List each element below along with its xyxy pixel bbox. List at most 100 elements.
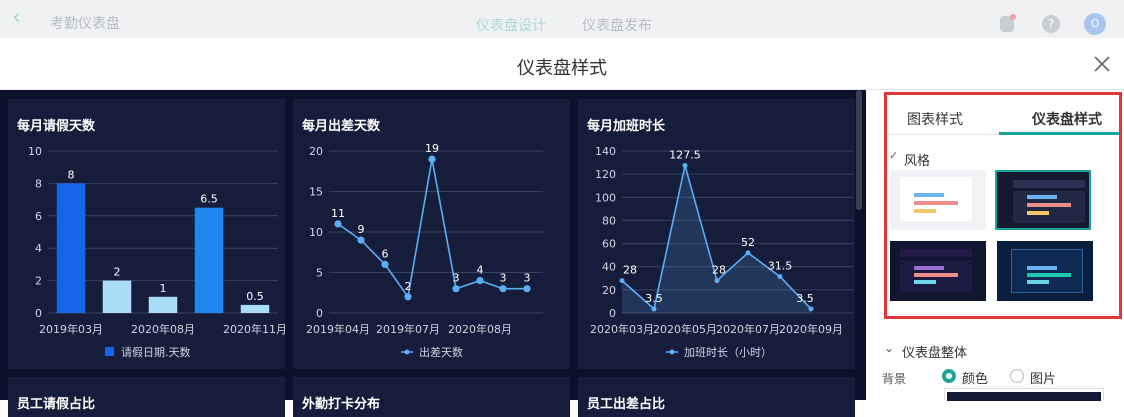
data-label: 11 xyxy=(331,207,345,220)
x-tick-label: 2020年08月 xyxy=(448,322,512,336)
data-label: 3 xyxy=(500,272,507,285)
data-label: 9 xyxy=(358,223,365,236)
x-tick-label: 2020年11月 xyxy=(223,322,285,336)
highlight-box: 图表样式 仪表盘样式 ✓ 风格 xyxy=(884,92,1122,319)
chevron-down-icon[interactable]: ⌄ xyxy=(884,341,894,355)
bar xyxy=(102,280,132,313)
y-tick-label: 60 xyxy=(602,238,616,251)
radio-image[interactable] xyxy=(1010,369,1024,383)
legend-label: 请假日期.天数 xyxy=(121,345,191,359)
tab-dashboard-publish[interactable]: 仪表盘发布 xyxy=(582,15,652,35)
card-title: 员工请假占比 xyxy=(17,397,96,412)
section-whole-label: 仪表盘整体 xyxy=(902,346,968,361)
bar xyxy=(194,207,224,313)
chart-card-outdoor-checkin: 外勤打卡分布 xyxy=(293,377,570,417)
style-panel: 图表样式 仪表盘样式 ✓ 风格 ⌄ 仪表盘整体 背景 颜色 图片 xyxy=(866,90,1124,401)
y-tick-label: 0 xyxy=(316,307,323,320)
data-point xyxy=(523,285,531,293)
chart-card-leave-ratio: 员工请假占比 xyxy=(8,377,285,417)
modal-title: 仪表盘样式 xyxy=(517,58,607,79)
legend-marker xyxy=(404,349,410,355)
data-point xyxy=(428,155,436,163)
bar xyxy=(240,304,270,313)
legend-label: 出差天数 xyxy=(419,345,463,359)
y-tick-label: 4 xyxy=(35,242,42,255)
active-tab-underline xyxy=(999,132,1119,135)
data-label: 0.5 xyxy=(246,290,264,303)
app-title: 考勤仪表盘 xyxy=(50,16,120,32)
radio-image-label[interactable]: 图片 xyxy=(1030,368,1056,387)
help-icon[interactable]: ? xyxy=(1042,15,1060,33)
card-title: 员工出差占比 xyxy=(587,397,666,412)
y-tick-label: 40 xyxy=(602,261,616,274)
chevron-down-icon[interactable]: ✓ xyxy=(889,149,898,162)
tab-chart-style[interactable]: 图表样式 xyxy=(907,109,963,129)
x-tick-label: 2020年09月 xyxy=(779,322,843,336)
theme-dark-selected[interactable] xyxy=(995,170,1091,230)
theme-blue[interactable] xyxy=(997,241,1093,301)
background-label: 背景 xyxy=(882,372,907,386)
legend-swatch xyxy=(105,347,114,356)
y-tick-label: 2 xyxy=(35,275,42,288)
data-point xyxy=(745,250,751,256)
tab-dashboard-style[interactable]: 仪表盘样式 xyxy=(1032,109,1102,129)
y-tick-label: 100 xyxy=(595,191,616,204)
theme-purple[interactable] xyxy=(890,241,986,301)
data-label: 52 xyxy=(741,236,755,249)
data-point xyxy=(619,278,625,284)
x-tick-label: 2020年07月 xyxy=(716,322,780,336)
y-tick-label: 6 xyxy=(35,210,42,223)
data-label: 4 xyxy=(477,264,484,277)
data-point xyxy=(808,306,814,312)
data-point xyxy=(381,260,389,268)
y-tick-label: 8 xyxy=(35,177,42,190)
back-chevron-left-icon[interactable]: ‹ xyxy=(12,7,34,30)
y-tick-label: 20 xyxy=(602,284,616,297)
radio-color[interactable] xyxy=(942,369,956,383)
y-tick-label: 5 xyxy=(316,267,323,280)
y-tick-label: 10 xyxy=(28,145,42,158)
data-label: 2 xyxy=(405,280,412,293)
dashboard-preview: 每月请假天数 0 2 4 6 8 10 8 2 1 6.5 0.5 2019年03月 2020年08月 2… xyxy=(0,90,866,417)
data-label: 6 xyxy=(382,247,389,260)
data-label: 3 xyxy=(453,272,460,285)
close-icon[interactable] xyxy=(1090,52,1114,76)
data-label: 3 xyxy=(524,272,531,285)
background-color-field[interactable] xyxy=(944,388,1104,401)
data-label: 31.5 xyxy=(768,260,793,273)
legend-label: 加班时长（小时） xyxy=(684,346,772,359)
data-label: 2 xyxy=(114,266,121,279)
theme-light[interactable] xyxy=(890,170,986,230)
notification-dot xyxy=(1010,14,1016,20)
avatar[interactable]: O xyxy=(1084,13,1106,35)
x-tick-label: 2019年04月 xyxy=(306,322,370,336)
data-point xyxy=(357,236,365,244)
data-point xyxy=(334,220,342,228)
data-point xyxy=(476,277,484,285)
y-tick-label: 120 xyxy=(595,168,616,181)
chart-card-trip-ratio: 员工出差占比 xyxy=(578,377,855,417)
chart-card-leave: 每月请假天数 0 2 4 6 8 10 8 2 1 6.5 0.5 2019年03月 2020年08月 2… xyxy=(8,99,285,369)
data-label: 8 xyxy=(68,168,75,181)
y-tick-label: 0 xyxy=(35,307,42,320)
data-point xyxy=(404,293,412,301)
data-label: 1 xyxy=(160,282,167,295)
data-label: 127.5 xyxy=(669,148,701,161)
data-label: 3.5 xyxy=(645,292,663,305)
y-tick-label: 15 xyxy=(309,186,323,199)
tab-dashboard-design[interactable]: 仪表盘设计 xyxy=(476,15,546,35)
bar xyxy=(148,296,178,313)
data-point xyxy=(452,285,460,293)
y-tick-label: 0 xyxy=(609,307,616,320)
y-tick-label: 140 xyxy=(595,145,616,158)
scrollbar[interactable] xyxy=(855,90,863,400)
data-point xyxy=(777,274,783,280)
bar-chart-leave: 0 2 4 6 8 10 8 2 1 6.5 0.5 2019年03月 2020年08月 2020年11月… xyxy=(28,145,285,359)
radio-color-label[interactable]: 颜色 xyxy=(962,368,988,387)
line-chart-trip: 0 5 10 15 20 11 9 6 2 19 3 4 3 3 2019年04月 2019年07月 2020年… xyxy=(306,142,543,359)
scrollbar-thumb[interactable] xyxy=(856,90,862,210)
area-chart-overtime: 0 20 40 60 80 100 120 140 28 3.5 127.5 28 52 31.5 3.5 2… xyxy=(590,145,853,359)
data-label: 6.5 xyxy=(200,193,218,206)
data-point xyxy=(499,285,507,293)
y-tick-label: 20 xyxy=(309,145,323,158)
